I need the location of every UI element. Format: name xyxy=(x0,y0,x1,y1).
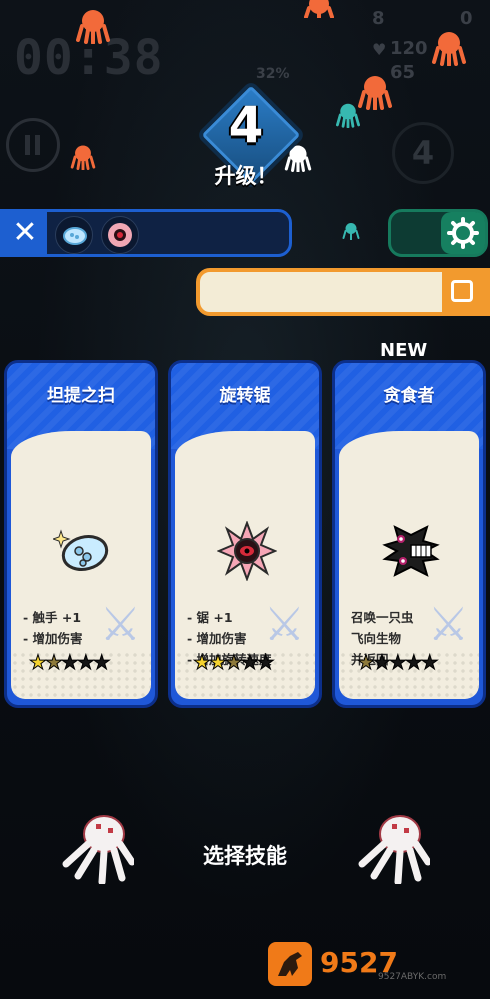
star-rating: ★★★★★ xyxy=(193,650,276,674)
skill-slot-tentacle xyxy=(55,216,93,254)
octopus-icon xyxy=(336,103,360,128)
tentacle-icon xyxy=(63,227,87,245)
devourer-icon xyxy=(382,525,440,577)
equipped-skills-bar: ✕ xyxy=(0,209,292,257)
coin-count: 0 xyxy=(460,8,473,29)
star-rating: ★★★★★ xyxy=(29,650,112,674)
octopus-icon xyxy=(342,223,360,240)
skill-card-spinning-saw[interactable]: 旋转锯 - 锯 +1 - 增加伤害 - 增加旋转速度 ⚔ ★★★★★ xyxy=(168,360,322,708)
horse-logo-icon xyxy=(268,942,312,986)
octopus-icon xyxy=(70,145,96,170)
octopus-icon xyxy=(304,0,334,18)
level-up-label: 升级！ xyxy=(214,164,278,188)
octopus-icon xyxy=(76,10,110,44)
card-title: 旋转锯 xyxy=(219,386,271,406)
saw-icon xyxy=(217,521,277,581)
settings-bar xyxy=(388,209,488,257)
skill-slot-saw xyxy=(101,216,139,254)
watermark-url: 9527ABYK.com xyxy=(378,972,447,982)
card-title: 坦提之扫 xyxy=(47,386,115,406)
skill-card-devourer[interactable]: 贪食者 召唤一只虫 飞向生物 并返回 ⚔ ★★★★★ xyxy=(332,360,486,708)
passive-icon[interactable] xyxy=(442,272,486,312)
heart-icon: ♥ xyxy=(372,40,387,59)
pause-button[interactable] xyxy=(6,118,60,172)
choose-skill-label: 选择技能 xyxy=(203,844,287,868)
star-icon: ★ xyxy=(420,650,439,674)
gear-icon xyxy=(447,217,479,249)
octopus-icon xyxy=(358,76,392,110)
level-number: 4 xyxy=(228,96,264,154)
card-body: - 锯 +1 - 增加伤害 - 增加旋转速度 ⚔ ★★★★★ xyxy=(175,431,315,699)
star-icon: ★ xyxy=(256,650,275,674)
octopus-icon xyxy=(432,32,466,66)
tentacle-icon xyxy=(53,529,109,571)
site-watermark: 9527 9527ABYK.com xyxy=(268,942,458,986)
stat-value: 65 xyxy=(390,62,416,83)
skill-card-tentacle-sweep[interactable]: 坦提之扫 - 触手 +1 - 增加伤害 ⚔ ★★★★★ xyxy=(4,360,158,708)
kill-count: 8 xyxy=(372,8,385,29)
card-title: 贪食者 xyxy=(383,386,435,406)
passive-skills-bar xyxy=(196,268,490,316)
card-description: - 触手 +1 - 增加伤害 xyxy=(23,610,83,646)
card-body: - 触手 +1 - 增加伤害 ⚔ ★★★★★ xyxy=(11,431,151,699)
progress-percent: 32% xyxy=(256,66,290,82)
star-icon: ★ xyxy=(92,650,111,674)
new-tag: NEW xyxy=(380,340,428,361)
saw-icon xyxy=(108,223,132,247)
card-body: 召唤一只虫 飞向生物 并返回 ⚔ ★★★★★ xyxy=(339,431,479,699)
star-rating: ★★★★★ xyxy=(357,650,440,674)
weapons-icon[interactable]: ✕ xyxy=(3,212,47,254)
hp-value: 120 xyxy=(390,38,428,59)
ghost-octopus-icon xyxy=(358,815,430,884)
settings-button[interactable] xyxy=(441,212,485,254)
side-badge: 4 xyxy=(392,122,454,184)
ghost-octopus-icon xyxy=(62,815,134,884)
